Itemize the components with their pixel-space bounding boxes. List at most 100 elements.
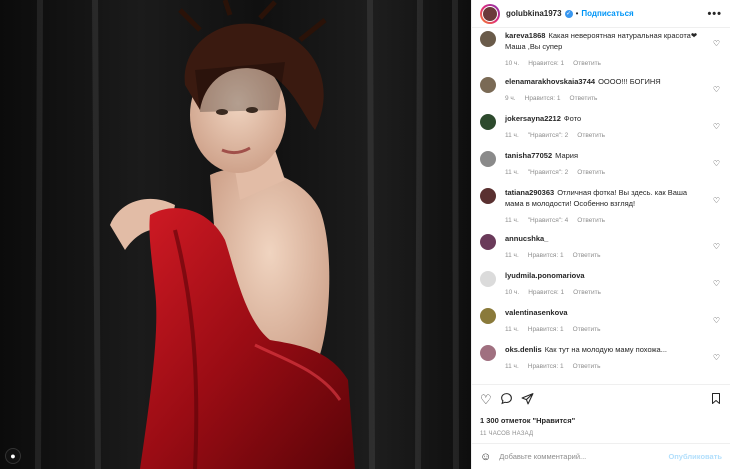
comment-item: tanisha77052 Мария 11 ч. "Нравится": 2 От… [480,150,722,176]
commenter-avatar[interactable] [480,114,496,130]
reply-button[interactable]: Ответить [570,95,598,102]
commenter-username[interactable]: jokersayna2212 [505,114,561,123]
comment-meta: 11 ч. "Нравится": 2 Ответить [505,169,706,176]
comment-time[interactable]: 9 ч. [505,95,516,102]
user-tag-icon[interactable]: ● [5,448,21,464]
comment-text: Фото [563,114,582,123]
emoji-icon[interactable]: ☺ [480,451,491,463]
comment-like-count[interactable]: Нравится: 1 [528,289,564,296]
commenter-username[interactable]: tatiana290363 [505,188,554,197]
reply-button[interactable]: Ответить [573,289,601,296]
comment-like-count[interactable]: Нравится: 1 [528,326,564,333]
comment-like-count[interactable]: Нравится: 1 [528,60,564,67]
comment-item: tatiana290363 Отличная фотка! Вы здесь. к… [480,187,722,224]
commenter-username[interactable]: oks.denlis [505,345,542,354]
comment-text-line: jokersayna2212 Фото [505,113,706,124]
reply-button[interactable]: Ответить [573,363,601,370]
comment-heart-icon[interactable]: ♡ [713,316,720,325]
comment-body: tanisha77052 Мария 11 ч. "Нравится": 2 От… [505,150,706,176]
comment-item: jokersayna2212 Фото 11 ч. "Нравится": 2 О… [480,113,722,139]
comment-body: lyudmila.ponomariova 10 ч. Нравится: 1 О… [505,270,706,296]
comment-time[interactable]: 11 ч. [505,169,519,176]
comment-item: elenamarakhovskaia3744 ОООО!!! БОГИНЯ 9 ч… [480,76,722,102]
post-timestamp: 11 ЧАСОВ НАЗАД [480,431,534,437]
comment-heart-icon[interactable]: ♡ [713,279,720,288]
share-icon[interactable] [521,392,534,407]
comment-body: jokersayna2212 Фото 11 ч. "Нравится": 2 О… [505,113,706,139]
commenter-username[interactable]: lyudmila.ponomariova [505,271,585,280]
photo-illustration [0,0,471,469]
commenter-username[interactable]: tanisha77052 [505,151,552,160]
commenter-avatar[interactable] [480,308,496,324]
likes-count[interactable]: 1 300 отметок "Нравится" [472,416,730,425]
comment-heart-icon[interactable]: ♡ [713,196,720,205]
comment-meta: 11 ч. Нравится: 1 Ответить [505,363,706,370]
comment-like-count[interactable]: Нравится: 1 [528,363,564,370]
comment-time[interactable]: 11 ч. [505,217,519,224]
bookmark-icon[interactable] [710,392,722,407]
comment-heart-icon[interactable]: ♡ [713,39,720,48]
more-options-icon[interactable]: ••• [707,8,722,20]
post-photo[interactable]: ● [0,0,471,469]
comment-time[interactable]: 11 ч. [505,132,519,139]
comment-text: Мария [555,151,579,160]
reply-button[interactable]: Ответить [573,326,601,333]
comment-heart-icon[interactable]: ♡ [713,242,720,251]
comment-text-line: tanisha77052 Мария [505,150,706,161]
comment-meta: 11 ч. Нравится: 1 Ответить [505,252,706,259]
comment-meta: 10 ч. Нравится: 1 Ответить [505,289,706,296]
comment-meta: 11 ч. Нравится: 1 Ответить [505,326,706,333]
comment-like-count[interactable]: "Нравится": 4 [528,217,569,224]
comment-like-count[interactable]: "Нравится": 2 [528,169,569,176]
reply-button[interactable]: Ответить [577,132,605,139]
comment-time[interactable]: 10 ч. [505,289,519,296]
comment-list[interactable]: kareva1868 Какая невероятная натуральная … [472,28,730,384]
heart-icon[interactable]: ♡ [480,393,492,406]
comment-like-count[interactable]: Нравится: 1 [525,95,561,102]
comment-heart-icon[interactable]: ♡ [713,122,720,131]
commenter-avatar[interactable] [480,345,496,361]
comment-meta: 9 ч. Нравится: 1 Ответить [505,95,706,102]
comment-like-count[interactable]: "Нравится": 2 [528,132,569,139]
commenter-username[interactable]: annucshka_ [505,234,548,243]
commenter-avatar[interactable] [480,188,496,204]
commenter-username[interactable]: elenamarakhovskaia3744 [505,77,595,86]
comment-icon[interactable] [500,392,513,407]
comment-heart-icon[interactable]: ♡ [713,159,720,168]
comment-time[interactable]: 10 ч. [505,60,519,67]
reply-button[interactable]: Ответить [577,169,605,176]
commenter-username[interactable]: kareva1868 [505,31,545,40]
comment-text-line: lyudmila.ponomariova [505,270,706,281]
comment-time[interactable]: 11 ч. [505,252,519,259]
comment-body: elenamarakhovskaia3744 ОООО!!! БОГИНЯ 9 ч… [505,76,706,102]
commenter-avatar[interactable] [480,31,496,47]
reply-button[interactable]: Ответить [573,252,601,259]
follow-button[interactable]: Подписаться [581,9,633,18]
reply-button[interactable]: Ответить [573,60,601,67]
verified-icon: ✓ [564,9,573,18]
comment-input[interactable] [499,452,669,461]
comment-item: lyudmila.ponomariova 10 ч. Нравится: 1 О… [480,270,722,296]
comment-body: annucshka_ 11 ч. Нравится: 1 Ответить [505,233,706,259]
comment-like-count[interactable]: Нравится: 1 [528,252,564,259]
author-avatar[interactable] [480,3,500,24]
separator-dot: • [575,9,579,18]
comment-heart-icon[interactable]: ♡ [713,353,720,362]
comment-text-line: tatiana290363 Отличная фотка! Вы здесь. к… [505,187,706,209]
commenter-avatar[interactable] [480,271,496,287]
comment-time[interactable]: 11 ч. [505,363,519,370]
commenter-avatar[interactable] [480,77,496,93]
comment-text: Как тут на молодую маму похожа... [544,345,667,354]
comment-text-line: kareva1868 Какая невероятная натуральная … [505,30,706,52]
reply-button[interactable]: Ответить [577,217,605,224]
comment-text: ОООО!!! БОГИНЯ [598,77,661,86]
add-comment-bar: ☺ Опубликовать [472,443,730,469]
comment-body: tatiana290363 Отличная фотка! Вы здесь. к… [505,187,706,224]
publish-button[interactable]: Опубликовать [668,452,722,461]
comment-heart-icon[interactable]: ♡ [713,85,720,94]
comment-time[interactable]: 11 ч. [505,326,519,333]
commenter-avatar[interactable] [480,151,496,167]
commenter-avatar[interactable] [480,234,496,250]
author-username[interactable]: golubkina1973 [506,9,562,18]
commenter-username[interactable]: valentinasenkova [505,308,568,317]
